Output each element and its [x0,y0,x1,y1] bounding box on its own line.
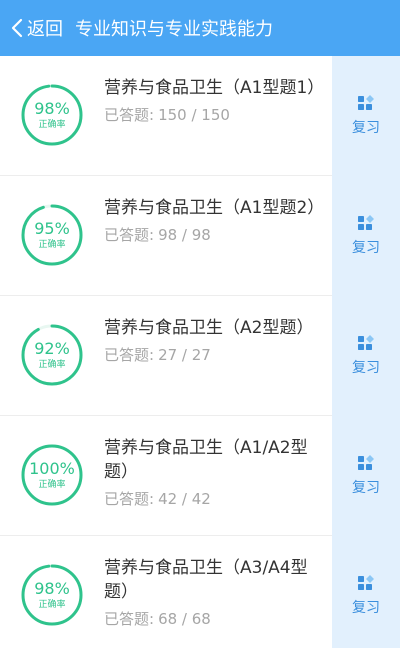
list-item[interactable]: 98% 正确率 营养与食品卫生（A3/A4型题） 已答题: 68 / 68 复习 [0,536,400,648]
answered-value: 150 / 150 [158,106,230,124]
item-info: 营养与食品卫生（A3/A4型题） 已答题: 68 / 68 [104,556,328,629]
accuracy-ring: 100% 正确率 [20,443,84,507]
accuracy-ring: 98% 正确率 [20,83,84,147]
review-label: 复习 [352,240,380,256]
item-title: 营养与食品卫生（A2型题） [104,318,314,338]
accuracy-ring: 95% 正确率 [20,203,84,267]
ring-text: 98% 正确率 [20,83,84,147]
answered-value: 27 / 27 [158,346,211,364]
practice-list: 98% 正确率 营养与食品卫生（A1型题1） 已答题:150 / 150 复习 [0,56,400,648]
grid-icon [358,95,374,110]
answered-label: 已答题: [104,346,155,364]
grid-icon [358,335,374,350]
ring-text: 98% 正确率 [20,563,84,627]
answered-label: 已答题: [104,490,155,508]
answered-count: 已答题: 98 / 98 [104,224,328,245]
back-button[interactable]: 返回 [0,0,71,56]
accuracy-percent: 98% [34,578,70,598]
ring-text: 100% 正确率 [20,443,84,507]
ring-text: 95% 正确率 [20,203,84,267]
item-info: 营养与食品卫生（A1型题2） 已答题: 98 / 98 [104,196,328,245]
review-label: 复习 [352,360,380,376]
answered-value: 42 / 42 [158,490,211,508]
review-label: 复习 [352,120,380,136]
list-item[interactable]: 95% 正确率 营养与食品卫生（A1型题2） 已答题: 98 / 98 复习 [0,176,400,296]
review-label: 复习 [352,600,380,616]
accuracy-ring: 98% 正确率 [20,563,84,627]
list-item[interactable]: 98% 正确率 营养与食品卫生（A1型题1） 已答题: 150 / 150 复习 [0,56,400,176]
accuracy-percent: 95% [34,218,70,238]
item-info: 营养与食品卫生（A1型题1） 已答题: 150 / 150 [104,76,328,125]
grid-icon [358,455,374,470]
answered-count: 已答题: 150 / 150 [104,104,328,125]
app-root: 返回 专业知识与专业实践能力 98% 正确率 营养与食品卫生（A1型题1） 已答… [0,0,400,648]
item-title: 营养与食品卫生（A1型题1） [104,78,325,98]
accuracy-label: 正确率 [38,239,66,250]
review-button[interactable]: 复习 [332,56,400,176]
item-title: 营养与食品卫生（A1型题2） [104,198,325,218]
chevron-left-icon [11,18,23,38]
answered-label: 已答题: [104,106,155,124]
item-title: 营养与食品卫生（A3/A4型题） [104,558,308,602]
answered-label: 已答题: [104,226,155,244]
review-label: 复习 [352,480,380,496]
accuracy-label: 正确率 [38,119,66,130]
accuracy-ring: 92% 正确率 [20,323,84,387]
page-title: 专业知识与专业实践能力 [75,19,273,40]
header-bar: 返回 专业知识与专业实践能力 [0,0,400,56]
grid-icon [358,215,374,230]
answered-value: 68 / 68 [158,610,211,628]
item-info: 营养与食品卫生（A1/A2型题） 已答题: 42 / 42 [104,436,328,509]
accuracy-label: 正确率 [38,479,66,490]
answered-value: 98 / 98 [158,226,211,244]
review-button[interactable]: 复习 [332,536,400,648]
review-button[interactable]: 复习 [332,176,400,296]
review-button[interactable]: 复习 [332,416,400,536]
list-item[interactable]: 100% 正确率 营养与食品卫生（A1/A2型题） 已答题: 42 / 42 复习 [0,416,400,536]
item-title: 营养与食品卫生（A1/A2型题） [104,438,308,482]
answered-count: 已答题: 27 / 27 [104,344,328,365]
answered-count: 已答题: 42 / 42 [104,488,328,509]
ring-text: 92% 正确率 [20,323,84,387]
accuracy-label: 正确率 [38,599,66,610]
accuracy-label: 正确率 [38,359,66,370]
accuracy-percent: 100% [29,458,75,478]
list-item[interactable]: 92% 正确率 营养与食品卫生（A2型题） 已答题: 27 / 27 复习 [0,296,400,416]
answered-count: 已答题: 68 / 68 [104,608,328,629]
accuracy-percent: 98% [34,98,70,118]
review-button[interactable]: 复习 [332,296,400,416]
grid-icon [358,575,374,590]
accuracy-percent: 92% [34,338,70,358]
back-label: 返回 [27,19,63,40]
item-info: 营养与食品卫生（A2型题） 已答题: 27 / 27 [104,316,328,365]
answered-label: 已答题: [104,610,155,628]
